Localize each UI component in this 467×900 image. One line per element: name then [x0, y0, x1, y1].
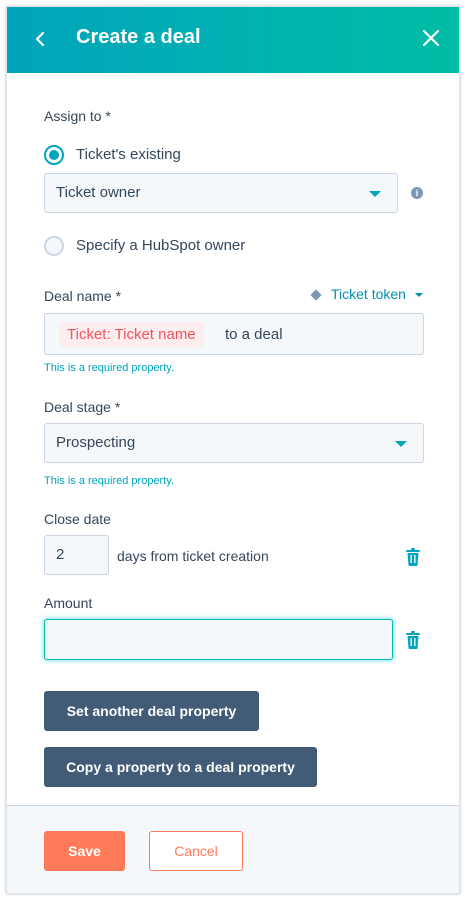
ticket-owner-select[interactable]: Ticket owner: [44, 173, 398, 213]
panel-title: Create a deal: [76, 26, 201, 48]
trash-icon[interactable]: [405, 631, 421, 649]
set-another-deal-property-button[interactable]: Set another deal property: [44, 691, 259, 731]
deal-stage-label: Deal stage *: [44, 399, 121, 415]
create-deal-panel: Create a deal Assign to * Ticket's exist…: [6, 6, 460, 894]
ticket-owner-select-value: Ticket owner: [56, 184, 141, 201]
close-date-days-input[interactable]: 2: [44, 535, 109, 575]
deal-stage-select-value: Prospecting: [56, 434, 136, 451]
token-icon: [310, 289, 322, 301]
close-icon[interactable]: [419, 26, 443, 50]
radio-specify-owner-label[interactable]: Specify a HubSpot owner: [76, 237, 245, 254]
amount-label: Amount: [44, 595, 93, 611]
radio-tickets-existing[interactable]: [44, 145, 64, 165]
close-date-days-value: 2: [56, 546, 65, 563]
close-date-label: Close date: [44, 511, 111, 527]
radio-tickets-existing-label[interactable]: Ticket's existing: [76, 146, 181, 163]
deal-name-label: Deal name *: [44, 288, 122, 304]
ticket-token-link[interactable]: Ticket token: [331, 286, 406, 302]
close-date-suffix: days from ticket creation: [117, 548, 269, 564]
deal-name-suffix: to a deal: [225, 326, 283, 343]
assign-to-label: Assign to *: [44, 108, 111, 124]
deal-name-input[interactable]: Ticket: Ticket name to a deal: [44, 313, 424, 355]
deal-name-hint: This is a required property.: [44, 362, 175, 374]
cancel-button[interactable]: Cancel: [149, 831, 243, 871]
deal-stage-select[interactable]: Prospecting: [44, 423, 424, 463]
ticket-name-token-chip[interactable]: Ticket: Ticket name: [59, 322, 204, 347]
chevron-down-icon: [395, 441, 407, 447]
panel-header: Create a deal: [7, 7, 459, 73]
trash-icon[interactable]: [405, 548, 421, 566]
save-button[interactable]: Save: [44, 831, 125, 871]
panel-footer: Save Cancel: [7, 805, 459, 893]
token-caret-icon: [415, 293, 423, 297]
radio-specify-owner[interactable]: [44, 236, 64, 256]
copy-property-button[interactable]: Copy a property to a deal property: [44, 747, 317, 787]
chevron-down-icon: [369, 191, 381, 197]
amount-input[interactable]: [44, 619, 393, 660]
deal-stage-hint: This is a required property.: [44, 475, 175, 487]
info-icon[interactable]: i: [411, 187, 423, 199]
chevron-left-icon[interactable]: [29, 27, 53, 51]
